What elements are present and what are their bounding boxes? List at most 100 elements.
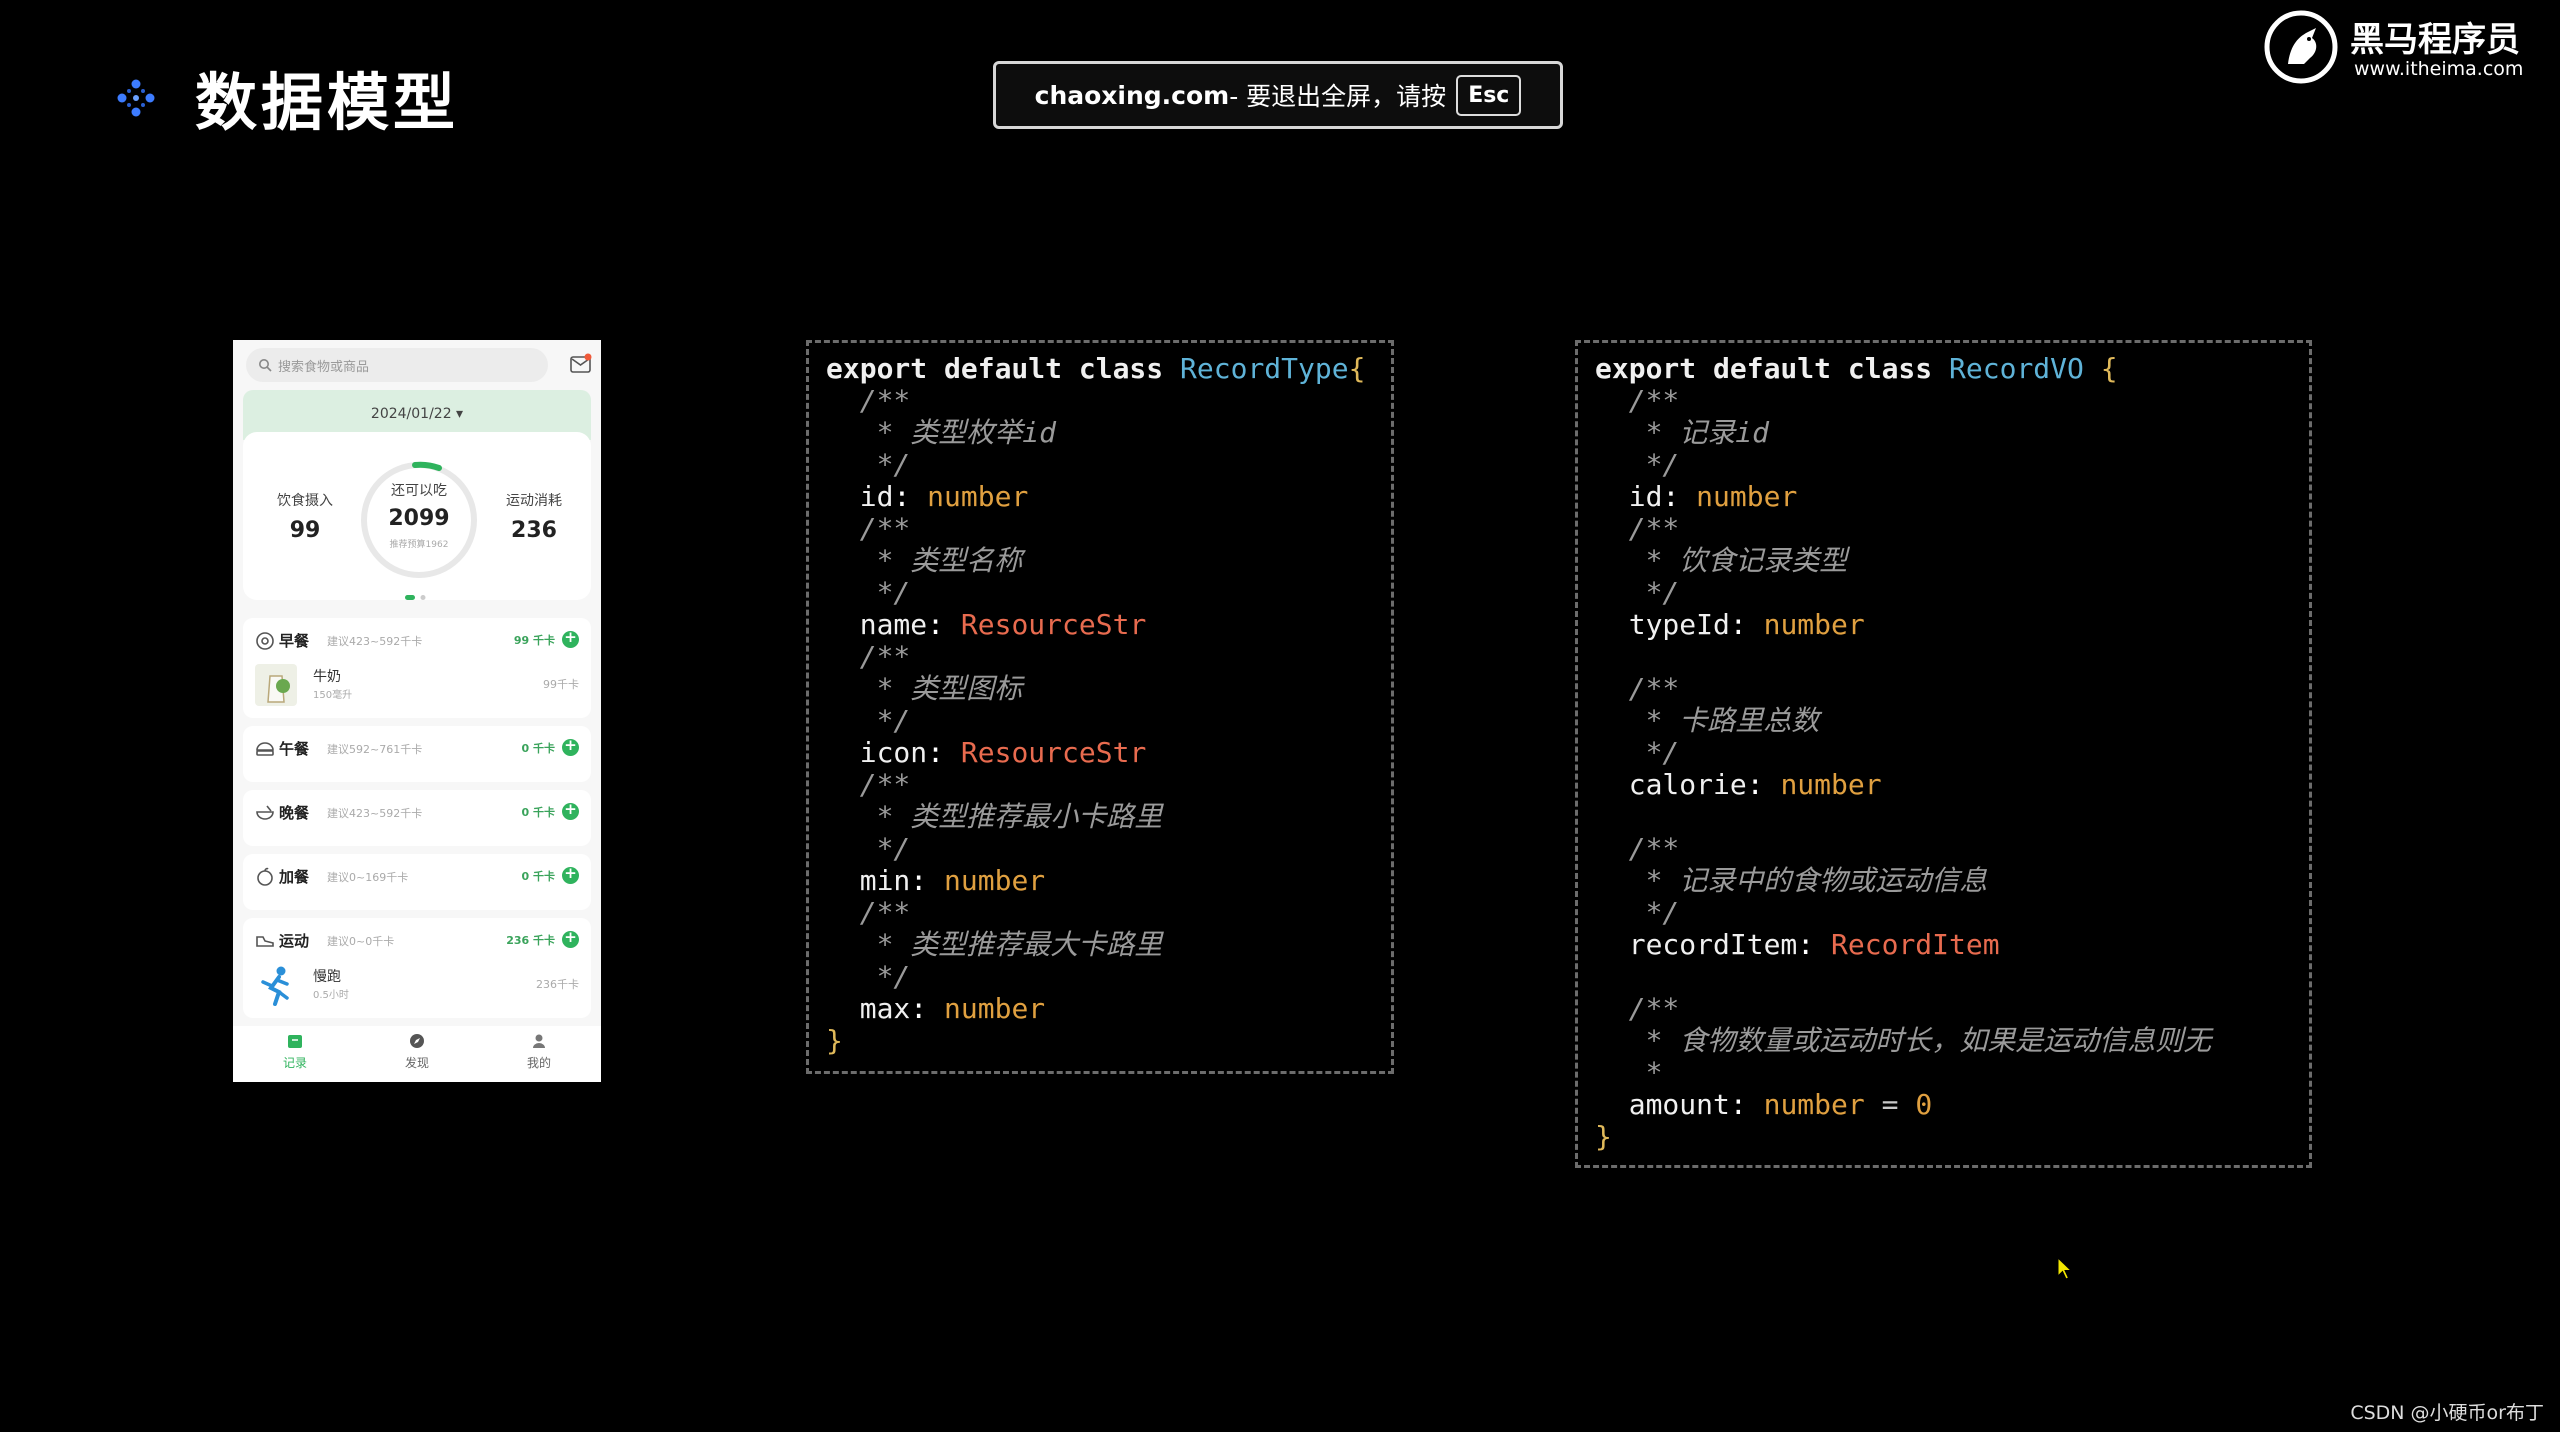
watermark: CSDN @小硬币or布丁 (2350, 1402, 2544, 1424)
food-kcal: 99千卡 (543, 678, 579, 691)
search-icon (259, 359, 272, 372)
field-name: name (859, 608, 928, 641)
field-comment: 类型枚举id (910, 416, 1057, 449)
code-panel-recordtype: export default class RecordType{ /** * 类… (806, 340, 1394, 1074)
remaining-label: 还可以吃 (391, 483, 447, 499)
field-default: 0 (1915, 1088, 1933, 1121)
meal-kcal: 0 千卡 (521, 806, 555, 819)
shoe-icon (256, 936, 274, 947)
add-breakfast-button[interactable] (562, 628, 579, 648)
horse-logo-icon (2264, 10, 2338, 84)
field-name: icon (859, 736, 928, 769)
field-name: max (859, 992, 911, 1025)
field-name: calorie (1628, 768, 1747, 801)
food-item[interactable]: 牛奶 150毫升 99千卡 (255, 662, 579, 712)
meal-card-lunch[interactable]: 午餐 建议592~761千卡 0 千卡 (243, 726, 591, 782)
meal-card-dinner[interactable]: 晚餐 建议423~592千卡 0 千卡 (243, 790, 591, 846)
phone-app-mockup: 搜索食物或商品 2024/01/22 ▾ 饮食摄入 99 还可以吃 2099 推… (233, 340, 601, 1082)
field-comment: 饮食记录类型 (1679, 544, 1848, 577)
meal-hint: 建议592~761千卡 (327, 743, 423, 756)
breakfast-icon (256, 632, 274, 650)
logo-name: 黑马程序员 (2350, 20, 2520, 60)
exercise-item[interactable]: 慢跑 0.5小时 236千卡 (255, 962, 579, 1012)
search-placeholder: 搜索食物或商品 (278, 359, 370, 375)
running-icon (261, 966, 289, 1006)
tab-record[interactable]: 记录 (255, 1032, 335, 1071)
burned-stat: 运动消耗 236 (484, 490, 584, 543)
meal-name: 运动 (279, 932, 310, 950)
close-brace: } (826, 1024, 843, 1057)
intake-stat: 饮食摄入 99 (255, 490, 355, 543)
field-type: number (1780, 768, 1882, 801)
meal-name: 晚餐 (279, 804, 310, 822)
logo-url: www.itheima.com (2354, 58, 2524, 80)
meal-kcal: 236 千卡 (506, 934, 555, 947)
tab-mine[interactable]: 我的 (499, 1032, 579, 1071)
mouse-cursor-icon (2057, 1257, 2073, 1280)
tab-discover[interactable]: 发现 (377, 1032, 457, 1071)
remaining-value: 2099 (388, 506, 450, 531)
burned-label: 运动消耗 (506, 493, 562, 509)
meal-name: 加餐 (279, 868, 310, 886)
field-type: number (1696, 480, 1798, 513)
open-brace: { (1348, 352, 1366, 385)
field-type: ResourceStr (960, 608, 1147, 641)
burned-value: 236 (511, 518, 557, 543)
remaining-stat: 还可以吃 2099 推荐预算1962 (357, 480, 481, 550)
add-lunch-button[interactable] (562, 736, 579, 756)
field-comment: 类型名称 (910, 544, 1023, 577)
meal-hint: 建议423~592千卡 (327, 635, 423, 648)
field-comment: 食物数量或运动时长，如果是运动信息则无 (1679, 1024, 2212, 1057)
slide-title: 数据模型 (195, 66, 460, 139)
field-comment: 类型推荐最大卡路里 (910, 928, 1163, 961)
bottom-tab-bar: 记录 发现 我的 (233, 1026, 601, 1082)
field-type: number (927, 480, 1029, 513)
field-comment: 卡路里总数 (1679, 704, 1820, 737)
field-type: number (944, 864, 1046, 897)
code-keyword: export default class (1595, 352, 1950, 385)
intake-value: 99 (289, 518, 321, 543)
field-type: RecordItem (1831, 928, 2000, 961)
close-brace: } (1595, 1120, 1612, 1153)
message-icon[interactable] (570, 353, 592, 375)
field-comment: 记录id (1679, 416, 1770, 449)
field-name: recordItem (1628, 928, 1798, 961)
carousel-dots (405, 595, 426, 600)
meal-name: 早餐 (279, 632, 310, 650)
add-exercise-button[interactable] (562, 928, 579, 948)
meal-kcal: 0 千卡 (521, 742, 555, 755)
add-dinner-button[interactable] (562, 800, 579, 820)
open-brace: { (2083, 352, 2118, 385)
field-comment: 类型推荐最小卡路里 (910, 800, 1163, 833)
meal-hint: 建议423~592千卡 (327, 807, 423, 820)
date-selector[interactable]: 2024/01/22 ▾ (233, 406, 601, 422)
field-type: number (1763, 1088, 1865, 1121)
meal-card-exercise[interactable]: 运动 建议0~0千卡 236 千卡 慢跑 0.5小时 236千卡 (243, 918, 591, 1018)
tab-label: 发现 (404, 1056, 429, 1070)
record-icon (288, 1035, 302, 1048)
exercise-amount: 0.5小时 (313, 990, 349, 1001)
diamond-dots-icon (117, 79, 155, 117)
field-name: amount (1628, 1088, 1730, 1121)
class-name: RecordVO (1949, 352, 2084, 385)
field-type: number (944, 992, 1046, 1025)
exercise-name: 慢跑 (313, 969, 341, 985)
banner-domain: chaoxing.com (1034, 80, 1230, 110)
food-amount: 150毫升 (313, 690, 353, 701)
meal-card-breakfast[interactable]: 早餐 建议423~592千卡 99 千卡 牛奶 150毫升 99千卡 (243, 618, 591, 718)
field-comment: 记录中的食物或运动信息 (1679, 864, 1988, 897)
add-snack-button[interactable] (562, 864, 579, 884)
field-name: id (1628, 480, 1663, 513)
exercise-kcal: 236千卡 (536, 978, 579, 991)
meal-card-snack[interactable]: 加餐 建议0~169千卡 0 千卡 (243, 854, 591, 910)
meal-kcal: 99 千卡 (513, 634, 555, 647)
remaining-sub: 推荐预算1962 (389, 540, 449, 550)
tab-label: 我的 (526, 1056, 551, 1070)
meal-hint: 建议0~0千卡 (327, 935, 395, 948)
search-input[interactable]: 搜索食物或商品 (246, 348, 548, 382)
meal-kcal: 0 千卡 (521, 870, 555, 883)
fullscreen-exit-banner: chaoxing.com - 要退出全屏，请按 Esc (993, 61, 1563, 129)
code-panel-recordvo: export default class RecordVO { /** * 记录… (1575, 340, 2312, 1168)
esc-key-hint: Esc (1456, 74, 1522, 116)
compass-icon (410, 1034, 424, 1048)
